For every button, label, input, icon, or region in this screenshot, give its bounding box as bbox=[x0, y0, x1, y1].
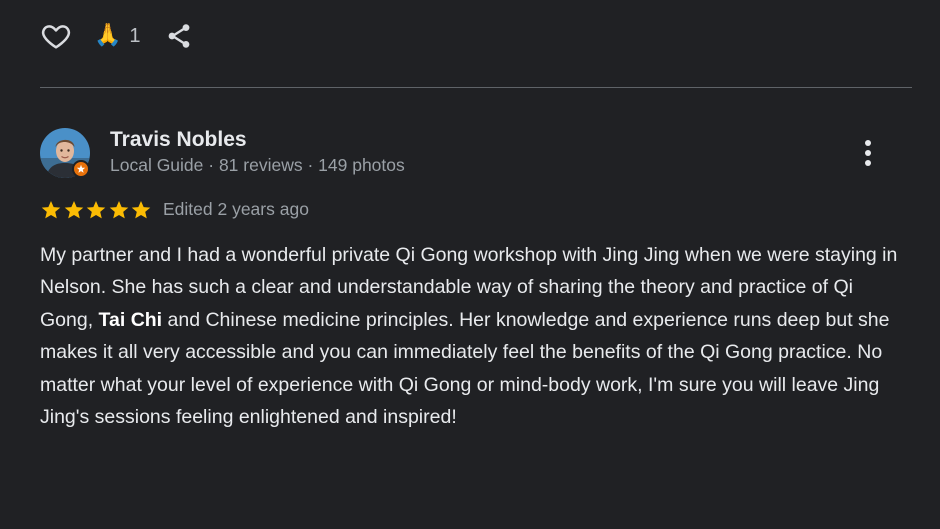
heart-outline-icon bbox=[41, 25, 71, 49]
review-text-bold-tai-chi: Tai Chi bbox=[98, 308, 163, 331]
kebab-menu-icon bbox=[865, 140, 871, 146]
star-icon bbox=[41, 201, 61, 219]
star-icon bbox=[131, 201, 151, 219]
more-options-button[interactable] bbox=[852, 136, 884, 170]
reviewer-name[interactable]: Travis Nobles bbox=[110, 128, 247, 152]
folded-hands-emoji-icon: 🙏 bbox=[94, 23, 122, 48]
reviewer-meta: Local Guide · 81 reviews · 149 photos bbox=[110, 155, 405, 175]
star-icon bbox=[64, 201, 83, 219]
share-icon bbox=[168, 24, 189, 48]
review-card: 🙏 1 Travis Nobles Local Guide · 81 revie… bbox=[0, 0, 940, 529]
local-guide-badge-icon bbox=[72, 160, 90, 178]
review-text: My partner and I had a wonderful private… bbox=[40, 239, 910, 433]
edited-timestamp: Edited 2 years ago bbox=[163, 199, 309, 219]
review-text-part-2: and Chinese medicine principles. Her kno… bbox=[40, 308, 890, 429]
star-icon bbox=[109, 201, 128, 219]
star-icon bbox=[86, 201, 106, 219]
divider bbox=[40, 87, 912, 88]
review-action-bar: 🙏 1 bbox=[38, 16, 195, 56]
like-button[interactable] bbox=[38, 18, 74, 54]
reaction-button[interactable]: 🙏 1 bbox=[94, 25, 141, 48]
share-button[interactable] bbox=[163, 18, 195, 54]
star-rating bbox=[40, 198, 153, 222]
reaction-count: 1 bbox=[129, 24, 141, 47]
